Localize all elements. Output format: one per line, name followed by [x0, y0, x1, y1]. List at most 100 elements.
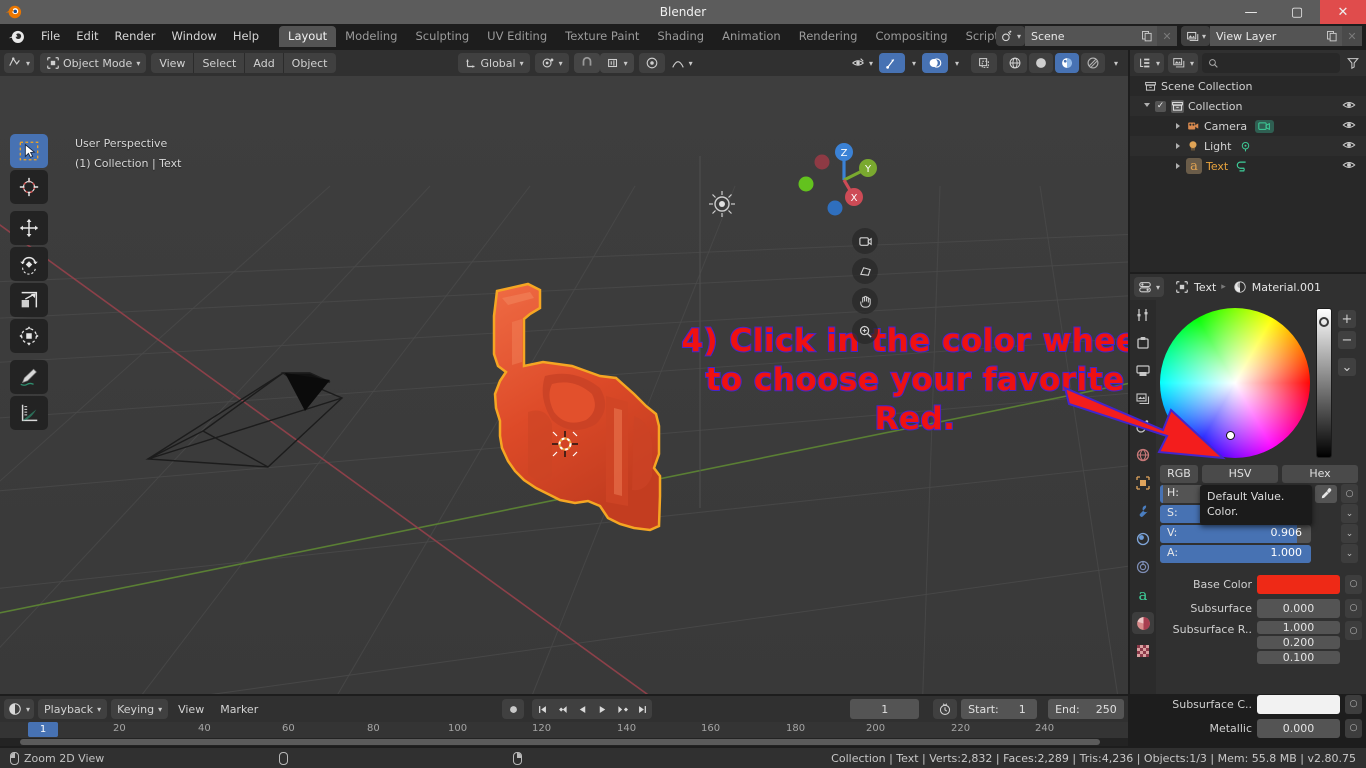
menu-render[interactable]: Render	[107, 27, 164, 45]
annotate-tool[interactable]	[10, 360, 48, 394]
viewport-menu-select[interactable]: Select	[193, 53, 244, 73]
light-data-icon[interactable]	[1239, 140, 1252, 153]
scene-name-field[interactable]: Scene	[1024, 26, 1137, 46]
object-mode-dropdown[interactable]: Object Mode ▾	[40, 53, 147, 73]
scale-tool[interactable]	[10, 283, 48, 317]
cursor-tool[interactable]	[10, 170, 48, 204]
properties-editor[interactable]: ▾ Text ▸ Material.001 a + − ⌄ RGB HSV He…	[1130, 274, 1366, 738]
add-button[interactable]: +	[1338, 310, 1356, 328]
minimize-button[interactable]: —	[1228, 0, 1274, 24]
metallic-value[interactable]: 0.000	[1257, 718, 1340, 738]
timeline-playhead[interactable]: 1	[28, 722, 58, 737]
workspace-tab-compositing[interactable]: Compositing	[866, 26, 956, 47]
move-view-button[interactable]	[852, 288, 878, 314]
remove-button[interactable]: −	[1338, 331, 1356, 349]
workspace-tab-rendering[interactable]: Rendering	[790, 26, 867, 47]
base-color-animate-button[interactable]: ○	[1345, 574, 1362, 594]
camera-data-icon[interactable]	[1255, 119, 1275, 133]
modifier-tab[interactable]	[1132, 500, 1154, 522]
auto-keying-button[interactable]	[502, 699, 525, 719]
texture-tab[interactable]	[1132, 640, 1154, 662]
editor-type-button[interactable]: ▾	[4, 53, 35, 73]
gizmo-dropdown[interactable]: ▾	[905, 53, 922, 73]
timeline-scrollbar-thumb[interactable]	[20, 739, 1100, 745]
close-button[interactable]: ✕	[1320, 0, 1366, 24]
constraints-tab[interactable]	[1132, 556, 1154, 578]
outliner-row-camera[interactable]: Camera	[1130, 116, 1366, 136]
falloff-dropdown[interactable]: ▾	[665, 53, 699, 73]
maximize-button[interactable]: ▢	[1274, 0, 1320, 24]
xray-toggle[interactable]	[970, 53, 997, 73]
snap-toggle[interactable]	[573, 53, 600, 73]
subsurface-animate-button[interactable]: ○	[1345, 598, 1362, 618]
base-color-swatch[interactable]	[1257, 574, 1340, 594]
toggle-camera-view-button[interactable]	[852, 228, 878, 254]
timeline-scrubber[interactable]: 1 20 40 60 80 100 120 140 160 180 200 22…	[0, 722, 1128, 738]
timeline-editor-type-button[interactable]: ▾	[4, 699, 35, 719]
shading-rendered-button[interactable]	[1080, 53, 1105, 73]
show-overlays-toggle[interactable]	[921, 53, 948, 73]
transform-tool[interactable]	[10, 319, 48, 353]
next-keyframe-button[interactable]	[612, 699, 632, 719]
shading-solid-button[interactable]	[1028, 53, 1053, 73]
subsurface-radius-y[interactable]: 0.200	[1257, 636, 1340, 649]
menu-edit[interactable]: Edit	[68, 27, 106, 45]
material-tab[interactable]	[1132, 612, 1154, 634]
unlink-scene-button[interactable]: ✕	[1156, 26, 1177, 46]
saturation-animate-button[interactable]: ⌄	[1341, 504, 1358, 523]
color-mode-hsv-button[interactable]: HSV	[1202, 464, 1278, 483]
scene-icon[interactable]: ▾	[995, 26, 1025, 46]
subsurface-radius-z[interactable]: 0.100	[1257, 651, 1340, 664]
workspace-tab-sculpting[interactable]: Sculpting	[406, 26, 478, 47]
transform-orientation-dropdown[interactable]: Global ▾	[457, 53, 530, 73]
hue-animate-button[interactable]: ○	[1341, 484, 1358, 503]
timeline-menu-view[interactable]: View	[172, 699, 210, 719]
keying-dropdown[interactable]: Keying ▾	[111, 699, 169, 719]
end-frame-field[interactable]: End: 250	[1048, 699, 1124, 719]
snap-settings-dropdown[interactable]: ▾	[599, 53, 634, 73]
expand-collection-icon[interactable]	[1144, 102, 1150, 110]
new-scene-button[interactable]	[1136, 26, 1157, 46]
view-layer-icon[interactable]: ▾	[1180, 26, 1210, 46]
brightness-animate-button[interactable]: ⌄	[1341, 524, 1358, 543]
alpha-animate-button[interactable]: ⌄	[1341, 544, 1358, 563]
outliner-row-text[interactable]: a Text	[1130, 156, 1366, 176]
subsurface-color-swatch[interactable]	[1257, 694, 1340, 714]
eyedropper-button[interactable]	[1315, 484, 1337, 503]
collection-visibility-toggle[interactable]	[1342, 98, 1356, 115]
outliner-display-mode-dropdown[interactable]: ▾	[1134, 53, 1165, 73]
previous-keyframe-button[interactable]	[552, 699, 572, 719]
jump-to-end-button[interactable]	[632, 699, 652, 719]
breadcrumb-material-label[interactable]: Material.001	[1252, 281, 1321, 294]
alpha-slider[interactable]: A: 1.000	[1160, 544, 1311, 563]
remove-view-layer-button[interactable]: ✕	[1342, 26, 1362, 46]
show-gizmo-toggle[interactable]	[878, 53, 905, 73]
workspace-tab-texture-paint[interactable]: Texture Paint	[556, 26, 648, 47]
shading-dropdown[interactable]: ▾	[1107, 53, 1124, 73]
subsurface-radius-x[interactable]: 1.000	[1257, 621, 1340, 634]
subsurface-color-animate-button[interactable]: ○	[1345, 694, 1362, 714]
pivot-point-dropdown[interactable]: ▾	[534, 53, 569, 73]
workspace-tab-modeling[interactable]: Modeling	[336, 26, 406, 47]
outliner-row-light[interactable]: Light	[1130, 136, 1366, 156]
workspace-tab-shading[interactable]: Shading	[648, 26, 713, 47]
view-layer-selector[interactable]: ▾ View Layer ✕	[1180, 26, 1362, 46]
new-view-layer-button[interactable]	[1322, 26, 1342, 46]
text-visibility-toggle[interactable]	[1342, 158, 1356, 175]
render-tab[interactable]	[1132, 332, 1154, 354]
workspace-tab-uv-editing[interactable]: UV Editing	[478, 26, 556, 47]
physics-tab[interactable]	[1132, 528, 1154, 550]
playback-dropdown[interactable]: Playback ▾	[38, 699, 108, 719]
play-button[interactable]	[592, 699, 612, 719]
select-box-tool[interactable]	[10, 134, 48, 168]
outliner-row-collection[interactable]: ✓ Collection	[1130, 96, 1366, 116]
start-frame-field[interactable]: Start: 1	[961, 699, 1038, 719]
menu-help[interactable]: Help	[225, 27, 267, 45]
move-tool[interactable]	[10, 211, 48, 245]
color-mode-rgb-button[interactable]: RGB	[1160, 464, 1198, 483]
value-slider[interactable]	[1316, 308, 1332, 458]
timeline-scrollbar[interactable]	[0, 738, 1128, 746]
object-tab[interactable]	[1132, 472, 1154, 494]
outliner-filter-id-dropdown[interactable]: ▾	[1168, 53, 1199, 73]
object-visibility-dropdown[interactable]: ▾	[845, 53, 879, 73]
